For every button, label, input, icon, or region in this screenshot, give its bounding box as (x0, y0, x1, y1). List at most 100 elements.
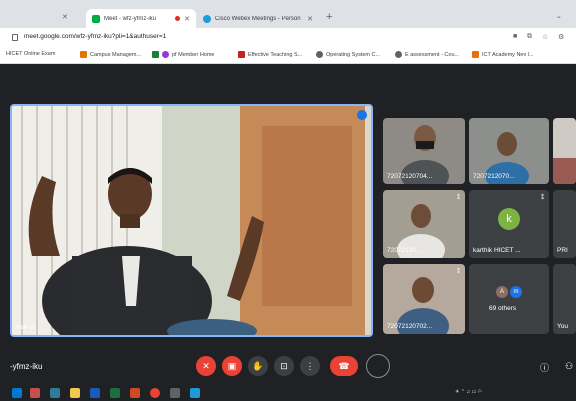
participant-name: 72072120702... (387, 323, 433, 330)
bookmark-label: Operating System C... (326, 51, 381, 58)
share-icon[interactable]: ⧉ (527, 33, 532, 41)
bookmark-item[interactable]: pf Member Home (152, 51, 215, 58)
present-button[interactable]: ⊡ (274, 356, 294, 376)
app-icon[interactable] (50, 388, 60, 398)
more-icon: ⋮ (305, 360, 315, 371)
tab-webex[interactable]: Cisco Webex Meetings - Person ✕ (197, 9, 319, 28)
participant-tile[interactable]: PRI (553, 190, 576, 258)
participant-tile-self[interactable]: You (553, 264, 576, 334)
camera-toggle-button[interactable]: ▣ (222, 356, 242, 376)
tab-title: Cisco Webex Meetings - Person (215, 15, 301, 22)
bookmark-item[interactable]: Effective Teaching S... (238, 51, 302, 58)
end-call-button[interactable]: ☎ (330, 356, 358, 376)
bookmark-item[interactable]: ICT Academy Nev l... (472, 51, 534, 58)
mic-off-icon: ⁑ (457, 195, 460, 201)
close-icon[interactable]: ✕ (307, 15, 313, 23)
word-icon[interactable] (90, 388, 100, 398)
participant-tile[interactable]: ⁑ 72072120... (383, 190, 465, 258)
bookmark-icon (316, 51, 323, 58)
participant-video (553, 118, 576, 184)
participant-tile[interactable]: 72072120704... (383, 118, 465, 184)
bookmark-icon (395, 51, 402, 58)
info-icon[interactable]: ⓘ (540, 361, 549, 374)
system-tray: ☀ ⌃ ♫ ▭ ⚐ (455, 389, 483, 395)
bookmark-label: ICT Academy Nev l... (482, 51, 534, 58)
webex-favicon (203, 14, 211, 23)
lock-icon[interactable] (12, 34, 18, 41)
powerpoint-icon[interactable] (130, 388, 140, 398)
people-icon[interactable]: ⚇ (565, 361, 573, 372)
speaking-indicator-icon (357, 110, 367, 120)
bookmark-icon (472, 51, 479, 58)
close-icon[interactable]: ✕ (184, 15, 190, 23)
participant-name: 7207212070... (473, 173, 515, 180)
bookmark-label: Campus Managem... (90, 51, 142, 58)
more-options-button[interactable]: ⋮ (300, 356, 320, 376)
excel-icon[interactable] (110, 388, 120, 398)
close-icon[interactable]: ✕ (62, 13, 68, 21)
raise-hand-button[interactable]: ✋ (248, 356, 268, 376)
bookmark-icon (152, 51, 159, 58)
participant-tile[interactable]: k ⁑ karthik HICET ... (469, 190, 549, 258)
taskbar: ☀ ⌃ ♫ ▭ ⚐ (0, 385, 576, 401)
bookmark-label: Effective Teaching S... (248, 51, 303, 58)
app-icon[interactable] (170, 388, 180, 398)
raise-hand-icon: ✋ (252, 360, 264, 371)
present-icon: ⊡ (280, 360, 288, 371)
tab-meet[interactable]: Meet - wfz-yfmz-iku ✕ (86, 9, 196, 28)
tab-strip: ✕ Meet - wfz-yfmz-iku ✕ Cisco Webex Meet… (0, 0, 576, 28)
meet-area: mar vi 72072120704... 7207212070... ⁑ 72… (0, 64, 576, 385)
others-count: 69 others (489, 305, 517, 312)
mic-off-icon: ⁑ (541, 195, 544, 201)
bookmarks-bar: HICET Online Exam Campus Managem... pf M… (0, 48, 576, 64)
tab-title: Meet - wfz-yfmz-iku (104, 15, 157, 22)
participant-name: You (557, 323, 568, 330)
recording-indicator-icon (175, 16, 181, 21)
bookmark-item[interactable]: HICET Online Exam (6, 51, 55, 57)
url-field[interactable]: meet.google.com/wfz-yfmz-iku?pli=1&authu… (24, 33, 166, 40)
chevron-down-icon[interactable]: ⌄ (556, 12, 562, 20)
avatar: k (498, 208, 520, 230)
start-icon[interactable] (12, 388, 22, 398)
speaker-video-frame (12, 106, 371, 335)
end-call-icon: ☎ (338, 360, 350, 371)
main-participant-name: mar vi (16, 324, 36, 331)
mic-toggle-button[interactable]: ✕ (196, 356, 216, 376)
bookmark-item[interactable]: Campus Managem... (80, 51, 141, 58)
participant-tile[interactable]: ⁑ 72072120702... (383, 264, 465, 334)
cursor-ring (366, 354, 390, 378)
star-icon[interactable]: ☆ (542, 33, 548, 41)
participant-name: karthik HICET ... (473, 247, 521, 254)
avatar: A (496, 286, 508, 298)
avatar: m (510, 286, 522, 298)
participant-tile[interactable] (553, 118, 576, 184)
camera-off-icon: ▣ (227, 360, 237, 371)
screen: ✕ Meet - wfz-yfmz-iku ✕ Cisco Webex Meet… (0, 0, 576, 401)
bookmark-icon (80, 51, 87, 58)
webex-icon[interactable] (190, 388, 200, 398)
main-video[interactable]: mar vi (10, 104, 373, 337)
chrome-icon[interactable] (150, 388, 160, 398)
extension-icon[interactable]: ⚙ (558, 33, 564, 41)
bookmark-icon (162, 51, 169, 58)
meeting-id: -yfmz-iku (10, 362, 43, 371)
participant-name: PRI (557, 247, 568, 254)
mic-off-icon: ✕ (202, 360, 210, 371)
bookmark-label: E assessment - Cou... (405, 51, 460, 58)
mic-off-icon: ⁑ (457, 269, 460, 275)
participant-name: 72072120... (387, 247, 422, 254)
participant-tile[interactable]: 7207212070... (469, 118, 549, 184)
participant-name: 72072120704... (387, 173, 433, 180)
bookmark-label: pf Member Home (172, 51, 215, 58)
new-tab-button[interactable]: + (326, 11, 332, 23)
meet-favicon (92, 14, 100, 23)
bookmark-item[interactable]: Operating System C... (316, 51, 380, 58)
bookmark-item[interactable]: E assessment - Cou... (395, 51, 459, 58)
camera-in-use-icon[interactable]: ■ (513, 33, 517, 40)
participant-tile-others[interactable]: A m 69 others (469, 264, 549, 334)
app-icon[interactable] (30, 388, 40, 398)
folder-icon[interactable] (70, 388, 80, 398)
bookmark-icon (238, 51, 245, 58)
address-bar: meet.google.com/wfz-yfmz-iku?pli=1&authu… (0, 28, 576, 48)
bookmark-label: HICET Online Exam (6, 51, 56, 57)
